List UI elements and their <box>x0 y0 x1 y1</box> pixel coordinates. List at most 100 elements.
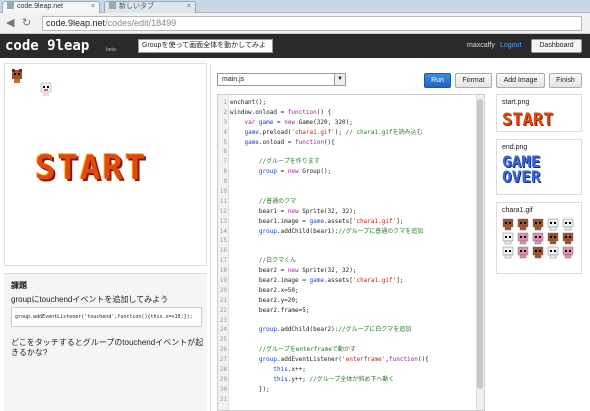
asset-chara1-gif[interactable]: chara1.gif <box>496 202 582 274</box>
url-host: code.9leap.net <box>46 18 106 28</box>
chara-sprite-frame <box>547 246 559 259</box>
new-tab-icon <box>109 2 116 9</box>
code-line[interactable]: 24 group.addChild(bear2)://グループに白クマを追加 <box>220 325 429 335</box>
code-line[interactable]: 1 enchant(); <box>223 98 429 108</box>
lesson-heading: 課題 <box>11 281 27 290</box>
code-line[interactable]: 28 this.x++; <box>220 365 429 375</box>
asset-name: chara1.gif <box>502 207 533 214</box>
bear-sprite <box>12 69 22 83</box>
code-line[interactable]: 12 bear1 = new Sprite(32, 32); <box>220 207 429 217</box>
chara-sprite-frame <box>502 232 514 245</box>
code-line[interactable]: 26 //グループをenterframeで動かす <box>220 345 429 355</box>
asset-end-png[interactable]: end.png GAME OVER <box>496 139 582 195</box>
code-line[interactable]: 4 game.preload('chara1.gif'); // chara1.… <box>223 128 429 138</box>
pane-divider[interactable] <box>210 63 211 411</box>
white-bear-sprite <box>40 82 52 96</box>
run-button[interactable]: Run <box>424 73 451 88</box>
left-pane: START 課題 groupにtouchendイベントを追加してみよう grou… <box>4 63 207 411</box>
code-editor[interactable]: 1 enchant(); 2 window.onload = function() {… <box>217 94 485 411</box>
code-line[interactable]: 7 //グループを作ります <box>223 157 429 167</box>
browser-toolbar: ◀ ↻ code.9leap.net/codes/edit/18499 <box>0 13 590 34</box>
code-line[interactable]: 5 game.onload = function(){ <box>223 138 429 148</box>
close-tab-icon[interactable]: × <box>187 2 191 12</box>
username: maxcaffy <box>467 42 495 49</box>
editor-scrollbar[interactable] <box>476 95 484 410</box>
chara-sprite-frame <box>517 246 529 259</box>
code-line[interactable]: 13 bear1.image = game.assets['chara1.gif… <box>220 217 429 227</box>
browser-tab-active[interactable]: code.9leap.net × <box>2 1 100 13</box>
code-line[interactable]: 8 group = new Group(); <box>223 167 429 177</box>
add-image-button[interactable]: Add Image <box>496 73 545 88</box>
chara-sprite-frame <box>502 246 514 259</box>
lesson-question: どこをタッチするとグループのtouchendイベントが起きるかな? <box>11 338 204 357</box>
code-line[interactable]: 15 <box>220 236 429 246</box>
browser-tab-new[interactable]: 新しいタブ × <box>104 1 196 13</box>
code-line[interactable]: 21 bear2.y=20; <box>220 296 429 306</box>
start-screen-text: START <box>35 148 148 188</box>
code-line[interactable]: 19 bear2.image = game.assets['chara1.gif… <box>220 276 429 286</box>
code-line[interactable]: 22 bear2.frame=5; <box>220 306 429 316</box>
code-line[interactable]: 14 group.addChild(bear1)://グループに普通のクマを追加 <box>220 227 429 237</box>
lesson-code-sample[interactable]: group.addEventListener('touchend',functi… <box>11 307 202 327</box>
finish-button[interactable]: Finish <box>549 73 582 88</box>
game-preview[interactable]: START <box>4 63 207 266</box>
code-line[interactable]: 9 <box>223 177 429 187</box>
chara-sprite-frame <box>502 218 514 231</box>
code-line[interactable]: 18 bear2 = new Sprite(32, 32); <box>220 266 429 276</box>
scrollbar-thumb[interactable] <box>477 99 483 389</box>
chara-sprite-frame <box>562 232 574 245</box>
asset-name: start.png <box>502 99 530 106</box>
logout-link[interactable]: Logout <box>500 42 521 49</box>
browser-tab-strip: code.9leap.net × 新しいタブ × <box>0 0 590 13</box>
back-arrow-icon[interactable]: ◀ <box>6 17 14 29</box>
close-tab-icon[interactable]: × <box>91 2 95 12</box>
chara-sprite-frame <box>532 246 544 259</box>
chara-sprite-frame <box>517 218 529 231</box>
chara-sprite-frame <box>562 246 574 259</box>
asset-panel: start.png START end.png GAME OVER chara1… <box>496 94 582 411</box>
tab-label: 新しいタブ <box>119 3 154 10</box>
dashboard-button[interactable]: Dashboard <box>531 39 582 53</box>
chara-sprite-frame <box>517 232 529 245</box>
code-line[interactable]: 2 window.onload = function() { <box>223 108 429 118</box>
asset-name: end.png <box>502 144 528 151</box>
chevron-down-icon[interactable]: ▼ <box>334 74 345 85</box>
game-over-image-thumbnail: GAME OVER <box>502 154 541 186</box>
chara-sprite-frame <box>547 218 559 231</box>
asset-start-png[interactable]: start.png START <box>496 94 582 132</box>
file-select-value: main.js <box>222 76 245 83</box>
code-line[interactable]: 25 <box>220 335 429 345</box>
chara-sprite-frame <box>547 232 559 245</box>
lesson-instruction: groupにtouchendイベントを追加してみよう <box>11 295 169 304</box>
format-button[interactable]: Format <box>455 73 492 88</box>
code-line[interactable]: 20 bear2.x=50; <box>220 286 429 296</box>
start-image-thumbnail: START <box>502 110 554 130</box>
url-path: /codes/edit/18499 <box>105 18 177 28</box>
code-line[interactable]: 10 <box>220 187 429 197</box>
code-line[interactable]: 27 group.addEventListener('enterframe',f… <box>220 355 429 365</box>
code-line[interactable]: 30 }); <box>220 385 429 395</box>
code-line[interactable]: 16 <box>220 246 429 256</box>
address-bar[interactable]: code.9leap.net/codes/edit/18499 <box>42 16 582 31</box>
code-line[interactable]: 23 <box>220 316 429 326</box>
lesson-panel: 課題 groupにtouchendイベントを追加してみよう group.addE… <box>4 273 207 411</box>
reload-icon[interactable]: ↻ <box>22 17 31 29</box>
code-title-input[interactable]: Groupを使って画面全体を動かしてみよ <box>138 39 273 53</box>
site-favicon-icon <box>7 2 14 9</box>
chara-sprite-frame <box>532 232 544 245</box>
game-over-line-2: OVER <box>502 167 541 186</box>
code-line[interactable]: 31 <box>220 395 429 405</box>
chara-sprite-frame <box>532 218 544 231</box>
code-line[interactable]: 29 this.y++; //グループ全体が斜め下へ動く <box>220 375 429 385</box>
code-area[interactable]: 1 enchant(); 2 window.onload = function() {… <box>220 98 429 405</box>
file-select[interactable]: main.js ▼ <box>217 73 346 86</box>
chara1-sprite-sheet <box>501 218 579 259</box>
code-line[interactable]: 11 //普通のクマ <box>220 197 429 207</box>
code-line[interactable]: 17 //白クマくん <box>220 256 429 266</box>
app-header: code 9leap beta Groupを使って画面全体を動かしてみよ max… <box>0 34 590 58</box>
tab-label: code.9leap.net <box>17 3 63 10</box>
code-line[interactable]: 6 <box>223 147 429 157</box>
beta-label: beta <box>106 47 116 53</box>
site-logo[interactable]: code 9leap <box>5 38 89 54</box>
code-line[interactable]: 3 var game = new Game(320, 320); <box>223 118 429 128</box>
